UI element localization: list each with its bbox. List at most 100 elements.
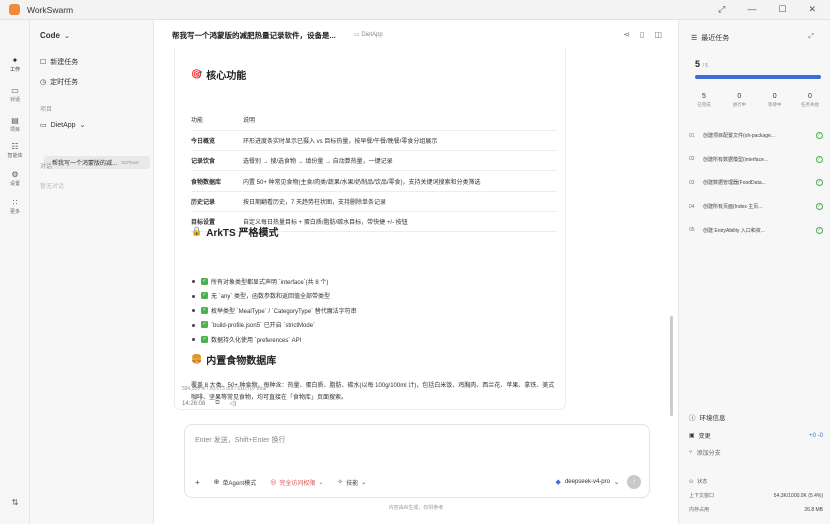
task-item[interactable]: 01 创建项目配置文件(oh-package... ✓	[689, 124, 823, 148]
send-button[interactable]: ↑	[627, 475, 641, 489]
task-stat-value: 0	[808, 93, 812, 100]
close-icon[interactable]: ✕	[808, 4, 816, 15]
bullet-icon	[192, 323, 195, 327]
message-composer[interactable]: Enter 发送，Shift+Enter 换行 + ⊕ 单Agent模式 ◎ 完…	[184, 424, 650, 498]
chats-label: 对话	[40, 164, 53, 170]
window-controls: ⤢ — ☐ ✕	[718, 4, 816, 15]
document-icon[interactable]: ▯	[640, 30, 644, 39]
env-changes: ▣ 变更 +0 -0	[689, 432, 823, 441]
rail-item-more[interactable]: ∷ 更多	[0, 198, 30, 215]
feature-name: 食物数据库	[191, 170, 243, 192]
chats-empty: 暂无对话	[40, 184, 65, 190]
table-row: 食物数据库 内置 50+ 种常见食物(主食/肉类/蔬果/水果/奶制品/饮品/零食)…	[191, 170, 557, 192]
list-item-text: 所有对象类型都显式声明 `interface`(共 8 个)	[211, 279, 329, 286]
timestamp: 14:26:08	[182, 400, 206, 407]
app-name: WorkSwarm	[27, 4, 74, 15]
env-title: ⓘ 环境信息	[689, 412, 726, 422]
feature-description: 环形进度条实时显示已摄入 vs 目标热量，按早餐/午餐/晚餐/零食分组展示	[243, 130, 557, 152]
sparkle-icon: ✦	[11, 56, 19, 65]
checkmark-icon: ✓	[201, 277, 208, 285]
rail-settings-toggle[interactable]: ⇅	[0, 498, 30, 508]
task-item[interactable]: 04 创建所有页面(Index 主页... ✓	[689, 195, 823, 219]
chevron-down-icon: ⌄	[64, 32, 70, 40]
task-text: 创建 EntryAbility 入口和资...	[703, 227, 765, 234]
memory-row: 内存占用 26.8 MB	[689, 506, 823, 514]
task-item[interactable]: 02 创建所有数据模型(interface... ✓	[689, 148, 823, 172]
task-number: 05	[689, 227, 695, 234]
list-item-text: 枚举类型 `MealType` / `CategoryType` 替代魔法字符串	[211, 308, 357, 315]
message-input[interactable]: Enter 发送，Shift+Enter 换行	[195, 435, 285, 445]
rail-item-chat[interactable]: ▭ 对话	[0, 86, 30, 103]
task-item[interactable]: 03 创建数据管理器(FoodData... ✓	[689, 171, 823, 195]
list-item: ✓ 无 `any` 类型，函数参数和返回值全部带类型	[192, 289, 357, 304]
minimize-icon[interactable]: —	[747, 4, 756, 15]
chat-item-active[interactable]: 帮我写一个鸿蒙版的减... SDPlanE	[44, 156, 150, 169]
table-header: 说明	[243, 110, 557, 131]
rail-item-work[interactable]: ✦ 工作	[0, 56, 30, 73]
restore-icon[interactable]: ⤢	[718, 4, 725, 15]
expand-icon[interactable]: ⤢	[808, 33, 814, 41]
rail-item-agents[interactable]: ☷ 智能体	[0, 142, 30, 159]
add-icon[interactable]: +	[195, 478, 200, 487]
header-actions: ⋖ ▯ ◫	[623, 30, 662, 39]
task-stat-label: 任务失败	[800, 102, 819, 107]
status-icon: ⊙	[689, 478, 694, 485]
rail-item-project[interactable]: ▤ 项目	[0, 116, 30, 133]
gear-icon: ⚙	[11, 170, 19, 179]
foods-paragraph: 覆盖 8 大类、50+ 种食物，每种含：热量、蛋白质、脂肪、碳水(以每 100g…	[191, 383, 555, 401]
copy-icon[interactable]: ⧉	[215, 400, 219, 407]
agent-mode-button[interactable]: ⊕ 单Agent模式	[214, 478, 257, 487]
share-icon[interactable]: ⋖	[623, 30, 630, 39]
chat-title: 帮我写一个鸿蒙版的减肥热量记录软件，设备是...	[172, 31, 336, 40]
permission-dropdown[interactable]: ◎ 完全访问权限 ⌄	[270, 478, 323, 487]
composer-toolbar: + ⊕ 单Agent模式 ◎ 完全访问权限 ⌄ ✧ 技能 ⌄ ◆ deepsee…	[195, 475, 641, 489]
shield-icon: ◎	[270, 479, 277, 486]
feature-description: 按日期翻看历史，7 天趋势柱状图，支持删除单条记录	[243, 191, 557, 212]
changes-icon: ▣	[689, 433, 695, 439]
skills-dropdown[interactable]: ✧ 技能 ⌄	[337, 478, 366, 487]
task-item[interactable]: 05 创建 EntryAbility 入口和资... ✓	[689, 218, 823, 242]
task-panel-title: ☰ 最近任务	[691, 35, 730, 42]
table-row: 今日概览 环形进度条实时显示已摄入 vs 目标热量，按早餐/午餐/晚餐/零食分组展…	[191, 130, 557, 152]
scheduled-tasks-button[interactable]: ◷ 定时任务	[40, 77, 78, 87]
card-icon: ▤	[11, 116, 19, 125]
target-icon: 🎯	[191, 69, 203, 79]
task-text: 创建数据管理器(FoodData...	[703, 180, 766, 187]
task-list: 01 创建项目配置文件(oh-package... ✓ 02 创建所有数据模型(inte…	[689, 124, 823, 242]
lock-icon: 🔒	[191, 226, 203, 236]
list-item-text: `build-profile.json5` 已开启 `strictMode`	[211, 323, 316, 330]
list-icon: ☰	[691, 35, 698, 42]
status-row: ⊙ 状态	[689, 478, 708, 486]
add-branch-button[interactable]: ⑂ 添加分支	[689, 448, 823, 458]
app-logo	[9, 4, 20, 15]
task-stat-value: 5	[702, 93, 706, 100]
section-core-heading: 🎯 核心功能	[191, 69, 247, 82]
task-stat-label: 已完成	[697, 102, 711, 107]
food-icon: 🍔	[191, 354, 203, 364]
project-dietapp[interactable]: ▭ DietApp ⌄	[40, 121, 85, 130]
disclaimer: 内容由AI生成，仅供参考	[388, 505, 444, 511]
speaker-icon[interactable]: ◁)	[230, 400, 237, 407]
icon-rail: ✦ 工作 ▭ 对话 ▤ 项目 ☷ 智能体 ⚙ 设置 ∷ 更多 ⇅	[0, 20, 30, 524]
check-circle-icon: ✓	[816, 179, 823, 187]
task-panel: ☰ 最近任务 ⤢ 5 / 5 5 已完成 0 进行中 0 等待中 0 任务失败 01 创建项目配…	[678, 20, 830, 524]
clock-icon: ◷	[40, 79, 47, 86]
new-task-button[interactable]: ☐ 新建任务	[40, 57, 78, 67]
task-progress-fill	[695, 75, 821, 79]
info-icon: ⓘ	[689, 415, 696, 422]
project-tag[interactable]: ▭ DietApp	[354, 31, 383, 38]
feature-name: 今日概览	[191, 130, 243, 152]
rail-item-settings[interactable]: ⚙ 设置	[0, 170, 30, 187]
workspace-switcher[interactable]: Code ⌄	[40, 31, 70, 40]
panel-icon[interactable]: ◫	[654, 30, 662, 39]
assistant-message: 🎯 核心功能 功能 说明 今日概览 环形进度条实时显示已摄入 vs 目标热量，按早…	[174, 48, 566, 410]
workspace-title: Code	[40, 31, 60, 40]
people-icon: ☷	[11, 142, 19, 151]
feature-name: 历史记录	[191, 191, 243, 212]
task-stat-label: 进行中	[732, 102, 747, 107]
scrollbar[interactable]	[670, 316, 673, 416]
chevron-down-icon: ⌄	[361, 479, 367, 486]
maximize-icon[interactable]: ☐	[778, 4, 786, 15]
task-stats: 5 已完成 0 进行中 0 等待中 0 任务失败	[691, 93, 823, 108]
model-selector[interactable]: ◆ deepseek-v4-pro ⌄	[556, 478, 619, 486]
